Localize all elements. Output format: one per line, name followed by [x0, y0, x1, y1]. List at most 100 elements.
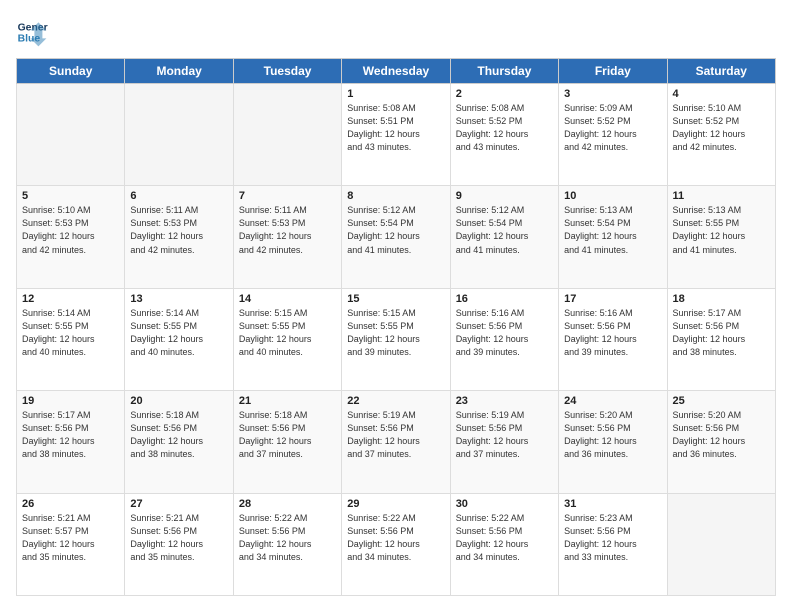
day-number: 3 — [564, 88, 661, 100]
day-cell: 31 Sunrise: 5:23 AM Sunset: 5:56 PM Dayli… — [559, 493, 667, 595]
calendar-header: SundayMondayTuesdayWednesdayThursdayFrid… — [17, 59, 776, 84]
day-cell: 1 Sunrise: 5:08 AM Sunset: 5:51 PM Daylig… — [342, 84, 450, 186]
day-number: 23 — [456, 395, 553, 407]
weekday-header-wednesday: Wednesday — [342, 59, 450, 84]
day-info: Sunrise: 5:15 AM Sunset: 5:55 PM Dayligh… — [239, 307, 336, 359]
day-cell: 27 Sunrise: 5:21 AM Sunset: 5:56 PM Dayli… — [125, 493, 233, 595]
day-number: 28 — [239, 498, 336, 510]
day-cell: 30 Sunrise: 5:22 AM Sunset: 5:56 PM Dayli… — [450, 493, 558, 595]
weekday-header-thursday: Thursday — [450, 59, 558, 84]
day-number: 2 — [456, 88, 553, 100]
day-cell — [667, 493, 775, 595]
day-cell: 24Sunrise: 5:20 AM Sunset: 5:56 PM Dayli… — [559, 391, 667, 493]
day-number: 1 — [347, 88, 444, 100]
day-info: Sunrise: 5:08 AM Sunset: 5:52 PM Dayligh… — [456, 102, 553, 154]
day-number: 19 — [22, 395, 119, 407]
day-cell: 21Sunrise: 5:18 AM Sunset: 5:56 PM Dayli… — [233, 391, 341, 493]
day-number: 13 — [130, 293, 227, 305]
calendar: SundayMondayTuesdayWednesdayThursdayFrid… — [16, 58, 776, 596]
week-row-2: 5 Sunrise: 5:10 AM Sunset: 5:53 PM Daylig… — [17, 186, 776, 288]
day-number: 9 — [456, 190, 553, 202]
day-info: Sunrise: 5:21 AM Sunset: 5:57 PM Dayligh… — [22, 512, 119, 564]
page: General Blue SundayMondayTuesdayWednesda… — [0, 0, 792, 612]
day-number: 5 — [22, 190, 119, 202]
day-info: Sunrise: 5:22 AM Sunset: 5:56 PM Dayligh… — [239, 512, 336, 564]
week-row-1: 1 Sunrise: 5:08 AM Sunset: 5:51 PM Daylig… — [17, 84, 776, 186]
day-number: 26 — [22, 498, 119, 510]
day-info: Sunrise: 5:22 AM Sunset: 5:56 PM Dayligh… — [456, 512, 553, 564]
day-info: Sunrise: 5:17 AM Sunset: 5:56 PM Dayligh… — [22, 409, 119, 461]
day-cell: 11 Sunrise: 5:13 AM Sunset: 5:55 PM Dayli… — [667, 186, 775, 288]
day-cell: 15Sunrise: 5:15 AM Sunset: 5:55 PM Dayli… — [342, 288, 450, 390]
day-info: Sunrise: 5:21 AM Sunset: 5:56 PM Dayligh… — [130, 512, 227, 564]
day-number: 14 — [239, 293, 336, 305]
day-cell: 8 Sunrise: 5:12 AM Sunset: 5:54 PM Daylig… — [342, 186, 450, 288]
header: General Blue — [16, 16, 776, 48]
day-number: 4 — [673, 88, 770, 100]
day-number: 24 — [564, 395, 661, 407]
week-row-3: 12Sunrise: 5:14 AM Sunset: 5:55 PM Dayli… — [17, 288, 776, 390]
day-info: Sunrise: 5:11 AM Sunset: 5:53 PM Dayligh… — [130, 204, 227, 256]
day-info: Sunrise: 5:23 AM Sunset: 5:56 PM Dayligh… — [564, 512, 661, 564]
day-cell: 3 Sunrise: 5:09 AM Sunset: 5:52 PM Daylig… — [559, 84, 667, 186]
day-cell — [17, 84, 125, 186]
weekday-header-sunday: Sunday — [17, 59, 125, 84]
day-number: 17 — [564, 293, 661, 305]
weekday-header-tuesday: Tuesday — [233, 59, 341, 84]
week-row-4: 19 Sunrise: 5:17 AM Sunset: 5:56 PM Dayli… — [17, 391, 776, 493]
day-number: 10 — [564, 190, 661, 202]
day-cell: 26 Sunrise: 5:21 AM Sunset: 5:57 PM Dayli… — [17, 493, 125, 595]
day-info: Sunrise: 5:14 AM Sunset: 5:55 PM Dayligh… — [22, 307, 119, 359]
day-info: Sunrise: 5:13 AM Sunset: 5:55 PM Dayligh… — [673, 204, 770, 256]
day-number: 20 — [130, 395, 227, 407]
day-info: Sunrise: 5:19 AM Sunset: 5:56 PM Dayligh… — [347, 409, 444, 461]
day-cell: 17Sunrise: 5:16 AM Sunset: 5:56 PM Dayli… — [559, 288, 667, 390]
day-cell: 19 Sunrise: 5:17 AM Sunset: 5:56 PM Dayli… — [17, 391, 125, 493]
day-info: Sunrise: 5:17 AM Sunset: 5:56 PM Dayligh… — [673, 307, 770, 359]
day-cell: 5 Sunrise: 5:10 AM Sunset: 5:53 PM Daylig… — [17, 186, 125, 288]
day-cell: 23 Sunrise: 5:19 AM Sunset: 5:56 PM Dayli… — [450, 391, 558, 493]
day-info: Sunrise: 5:12 AM Sunset: 5:54 PM Dayligh… — [456, 204, 553, 256]
day-info: Sunrise: 5:11 AM Sunset: 5:53 PM Dayligh… — [239, 204, 336, 256]
day-cell: 22 Sunrise: 5:19 AM Sunset: 5:56 PM Dayli… — [342, 391, 450, 493]
day-info: Sunrise: 5:10 AM Sunset: 5:52 PM Dayligh… — [673, 102, 770, 154]
day-cell: 29Sunrise: 5:22 AM Sunset: 5:56 PM Dayli… — [342, 493, 450, 595]
day-info: Sunrise: 5:09 AM Sunset: 5:52 PM Dayligh… — [564, 102, 661, 154]
logo-icon: General Blue — [16, 16, 48, 48]
day-cell — [125, 84, 233, 186]
day-number: 30 — [456, 498, 553, 510]
day-cell: 13Sunrise: 5:14 AM Sunset: 5:55 PM Dayli… — [125, 288, 233, 390]
day-cell: 18 Sunrise: 5:17 AM Sunset: 5:56 PM Dayli… — [667, 288, 775, 390]
day-number: 25 — [673, 395, 770, 407]
day-number: 31 — [564, 498, 661, 510]
weekday-row: SundayMondayTuesdayWednesdayThursdayFrid… — [17, 59, 776, 84]
day-info: Sunrise: 5:18 AM Sunset: 5:56 PM Dayligh… — [130, 409, 227, 461]
weekday-header-friday: Friday — [559, 59, 667, 84]
calendar-body: 1 Sunrise: 5:08 AM Sunset: 5:51 PM Daylig… — [17, 84, 776, 596]
weekday-header-monday: Monday — [125, 59, 233, 84]
day-info: Sunrise: 5:10 AM Sunset: 5:53 PM Dayligh… — [22, 204, 119, 256]
day-number: 18 — [673, 293, 770, 305]
day-info: Sunrise: 5:22 AM Sunset: 5:56 PM Dayligh… — [347, 512, 444, 564]
day-number: 7 — [239, 190, 336, 202]
day-info: Sunrise: 5:16 AM Sunset: 5:56 PM Dayligh… — [456, 307, 553, 359]
day-cell: 6Sunrise: 5:11 AM Sunset: 5:53 PM Daylig… — [125, 186, 233, 288]
day-number: 11 — [673, 190, 770, 202]
day-cell: 20 Sunrise: 5:18 AM Sunset: 5:56 PM Dayli… — [125, 391, 233, 493]
day-number: 16 — [456, 293, 553, 305]
day-number: 22 — [347, 395, 444, 407]
day-number: 27 — [130, 498, 227, 510]
day-number: 8 — [347, 190, 444, 202]
day-cell: 14 Sunrise: 5:15 AM Sunset: 5:55 PM Dayli… — [233, 288, 341, 390]
day-info: Sunrise: 5:08 AM Sunset: 5:51 PM Dayligh… — [347, 102, 444, 154]
day-info: Sunrise: 5:15 AM Sunset: 5:55 PM Dayligh… — [347, 307, 444, 359]
day-cell — [233, 84, 341, 186]
day-cell: 7 Sunrise: 5:11 AM Sunset: 5:53 PM Daylig… — [233, 186, 341, 288]
day-info: Sunrise: 5:12 AM Sunset: 5:54 PM Dayligh… — [347, 204, 444, 256]
day-cell: 25Sunrise: 5:20 AM Sunset: 5:56 PM Dayli… — [667, 391, 775, 493]
day-info: Sunrise: 5:19 AM Sunset: 5:56 PM Dayligh… — [456, 409, 553, 461]
day-cell: 10 Sunrise: 5:13 AM Sunset: 5:54 PM Dayli… — [559, 186, 667, 288]
day-info: Sunrise: 5:13 AM Sunset: 5:54 PM Dayligh… — [564, 204, 661, 256]
day-cell: 28 Sunrise: 5:22 AM Sunset: 5:56 PM Dayli… — [233, 493, 341, 595]
day-number: 21 — [239, 395, 336, 407]
